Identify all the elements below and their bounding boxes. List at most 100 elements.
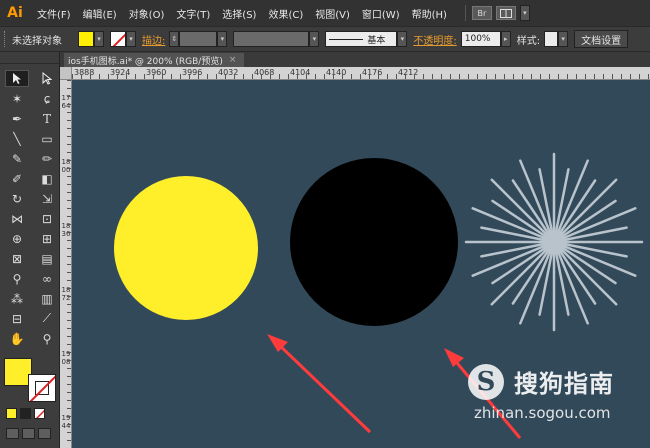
symbol-sprayer-tool-icon[interactable]: ⁂ [5,290,29,307]
drawing-mode-buttons [6,428,51,439]
gradient-tool-icon[interactable]: ▤ [35,250,59,267]
control-bar-grip[interactable] [4,31,8,47]
eraser-tool-icon[interactable]: ◧ [35,170,59,187]
graphic-style-swatch[interactable] [544,31,559,47]
ruler-left-tick [67,312,71,313]
variable-width-field[interactable] [233,31,310,47]
none-mode-button[interactable] [34,408,45,419]
ruler-top-label: 4212 [398,68,419,77]
yellow-circle[interactable] [114,176,258,320]
ruler-left-tick [67,232,71,233]
stroke-label[interactable]: 描边: [142,32,165,47]
arrange-documents-icon[interactable] [495,6,516,20]
menu-type[interactable]: 文字(T) [176,6,210,21]
screen-mode-button[interactable] [38,428,51,439]
ruler-left-tick [67,384,71,385]
fill-color-swatch[interactable] [78,31,94,47]
ruler-origin[interactable] [60,67,72,80]
hand-tool-icon[interactable]: ✋ [5,330,29,347]
menu-effect[interactable]: 效果(C) [268,6,303,21]
ruler-top-label: 3888 [74,68,95,77]
stroke-swatch-large[interactable] [28,374,56,402]
document-setup-button[interactable]: 文档设置 [574,30,629,48]
ruler-top-tick [351,74,352,79]
type-tool-icon[interactable]: T [35,110,59,127]
ruler-top-tick [558,74,559,79]
menu-bar: Ai 文件(F) 编辑(E) 对象(O) 文字(T) 选择(S) 效果(C) 视… [0,0,650,26]
rotate-tool-icon[interactable]: ↻ [5,190,29,207]
mesh-tool-icon[interactable]: ⊠ [5,250,29,267]
ruler-top-tick [72,74,73,79]
variable-width-dropdown-icon[interactable]: ▾ [309,31,320,47]
magic-wand-tool-icon[interactable]: ✶ [5,90,29,107]
pencil-tool-icon[interactable]: ✏ [35,150,59,167]
ruler-top-label: 3996 [182,68,203,77]
artboard-tool-icon[interactable]: ⊟ [5,310,29,327]
close-icon[interactable]: × [229,55,237,65]
ruler-left-tick [67,288,71,289]
opacity-label[interactable]: 不透明度: [413,32,456,47]
menu-object[interactable]: 对象(O) [129,6,165,21]
lasso-tool-icon[interactable]: ɕ [35,90,59,107]
eyedropper-tool-icon[interactable]: ⚲ [5,270,29,287]
ruler-left-tick [67,360,71,361]
ruler-left-tick [67,240,71,241]
scale-tool-icon[interactable]: ⇲ [35,190,59,207]
line-segment-tool-icon[interactable]: ╲ [5,130,29,147]
direct-selection-tool-icon[interactable] [35,70,59,87]
fill-dropdown-icon[interactable]: ▾ [94,31,104,47]
fill-stroke-area [4,356,56,404]
free-transform-tool-icon[interactable]: ⊡ [35,210,59,227]
horizontal-ruler[interactable]: 3888 3924 3960 3996 4032 4068 4104 4140 4176 4212 [72,67,650,80]
width-tool-icon[interactable]: ⋈ [5,210,29,227]
draw-behind-button[interactable] [22,428,35,439]
arrange-dropdown-icon[interactable]: ▾ [519,5,530,21]
graphic-style-dropdown-icon[interactable]: ▾ [558,31,569,47]
menu-edit[interactable]: 编辑(E) [83,6,117,21]
menu-file[interactable]: 文件(F) [37,6,71,21]
blob-brush-tool-icon[interactable]: ✐ [5,170,29,187]
stroke-color-swatch[interactable] [110,31,126,47]
black-circle[interactable] [290,158,458,326]
color-mode-buttons [6,408,45,419]
menu-help[interactable]: 帮助(H) [412,6,447,21]
menu-window[interactable]: 窗口(W) [362,6,400,21]
brush-dropdown-icon[interactable]: ▾ [397,31,408,47]
shape-builder-tool-icon[interactable]: ⊕ [5,230,29,247]
stroke-weight-stepper[interactable]: ⇕ [169,31,180,47]
selection-tool-icon[interactable] [5,70,29,87]
bridge-icon[interactable]: Br [471,6,492,20]
gradient-mode-button[interactable] [20,408,31,419]
document-tab[interactable]: ios手机图标.ai* @ 200% (RGB/预览) × [64,53,245,67]
stroke-weight-dropdown-icon[interactable]: ▾ [217,31,228,47]
menu-view[interactable]: 视图(V) [315,6,350,21]
ruler-top-tick [207,74,208,79]
ruler-left-tick [67,376,71,377]
ruler-top-tick [135,74,136,79]
blend-tool-icon[interactable]: ∞ [35,270,59,287]
ruler-top-tick [513,74,514,79]
pen-tool-icon[interactable]: ✒ [5,110,29,127]
opacity-dropdown-icon[interactable]: ▸ [500,31,511,47]
perspective-grid-tool-icon[interactable]: ⊞ [35,230,59,247]
stroke-dropdown-icon[interactable]: ▾ [126,31,136,47]
zoom-tool-icon[interactable]: ⚲ [35,330,59,347]
paintbrush-tool-icon[interactable]: ✎ [5,150,29,167]
rectangle-tool-icon[interactable]: ▭ [35,130,59,147]
menu-select[interactable]: 选择(S) [222,6,256,21]
tools-panel-header[interactable] [0,52,59,64]
ruler-left-tick [67,328,71,329]
watermark-brand: 搜狗指南 [514,370,614,398]
column-graph-tool-icon[interactable]: ▥ [35,290,59,307]
draw-normal-button[interactable] [6,428,19,439]
vertical-ruler[interactable]: 1764 1800 1836 1872 1908 1944 [60,80,72,448]
starburst-shape[interactable] [464,152,644,332]
opacity-field[interactable]: 100% [460,31,501,47]
ruler-top-tick [639,74,640,79]
slice-tool-icon[interactable]: ⟋ [35,310,59,327]
color-mode-button[interactable] [6,408,17,419]
stroke-weight-field[interactable] [179,31,218,47]
ruler-top-tick [216,74,217,79]
brush-definition-field[interactable]: 基本 [325,31,398,47]
ruler-top-tick [90,74,91,79]
